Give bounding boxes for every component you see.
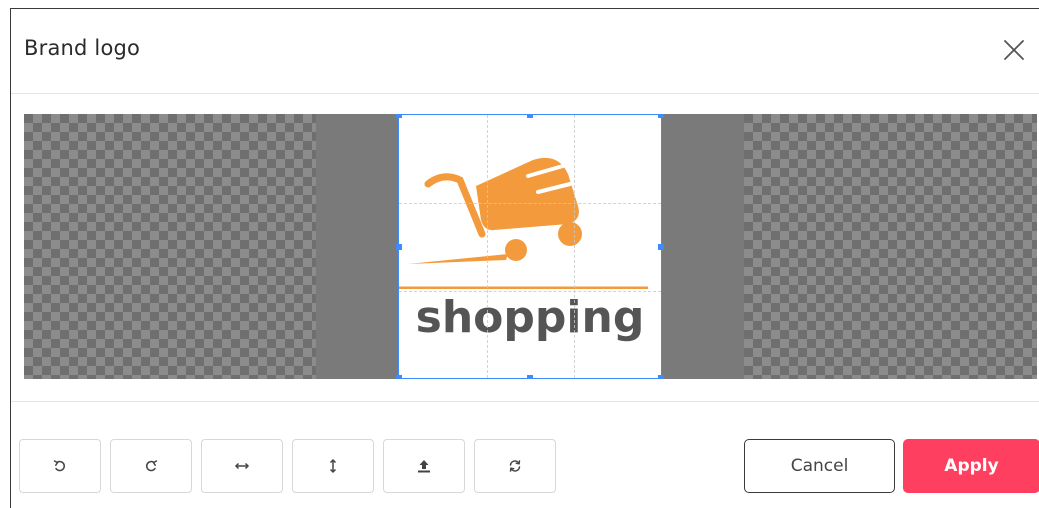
upload-icon <box>418 460 430 473</box>
close-button[interactable] <box>1000 36 1028 64</box>
flip-horizontal-icon <box>234 462 250 470</box>
crop-handle-left[interactable] <box>396 244 402 250</box>
rotate-left-button[interactable] <box>19 439 101 493</box>
crop-handle-top-right[interactable] <box>658 114 664 118</box>
rotate-left-icon <box>53 460 66 472</box>
crop-guide-line <box>487 115 488 378</box>
crop-handle-top-left[interactable] <box>396 114 402 118</box>
rotate-right-button[interactable] <box>110 439 192 493</box>
transparent-background-left <box>24 114 316 379</box>
reset-button[interactable] <box>474 439 556 493</box>
crop-handle-top[interactable] <box>527 114 533 118</box>
flip-vertical-icon <box>329 458 337 474</box>
reset-icon <box>509 460 521 472</box>
transparent-background-right <box>744 114 1037 379</box>
crop-handle-bottom[interactable] <box>527 375 533 379</box>
crop-guide-line <box>574 115 575 378</box>
cancel-button[interactable]: Cancel <box>744 439 895 493</box>
close-icon <box>1004 40 1024 60</box>
crop-guide-line <box>399 203 661 204</box>
crop-guide-line <box>399 291 661 292</box>
dialog-header: Brand logo <box>11 9 1039 94</box>
apply-button[interactable]: Apply <box>903 439 1039 493</box>
crop-handle-bottom-right[interactable] <box>658 375 664 379</box>
brand-logo-dialog: Brand logo shopping Cancel Apply <box>10 8 1039 508</box>
crop-selection-box[interactable] <box>396 114 664 379</box>
upload-button[interactable] <box>383 439 465 493</box>
rotate-right-icon <box>145 460 158 472</box>
flip-horizontal-button[interactable] <box>201 439 283 493</box>
crop-handle-bottom-left[interactable] <box>396 375 402 379</box>
flip-vertical-button[interactable] <box>292 439 374 493</box>
image-crop-area[interactable]: shopping <box>24 114 1037 379</box>
dialog-title: Brand logo <box>24 36 141 60</box>
toolbar-divider <box>11 401 1039 402</box>
crop-handle-right[interactable] <box>658 244 664 250</box>
